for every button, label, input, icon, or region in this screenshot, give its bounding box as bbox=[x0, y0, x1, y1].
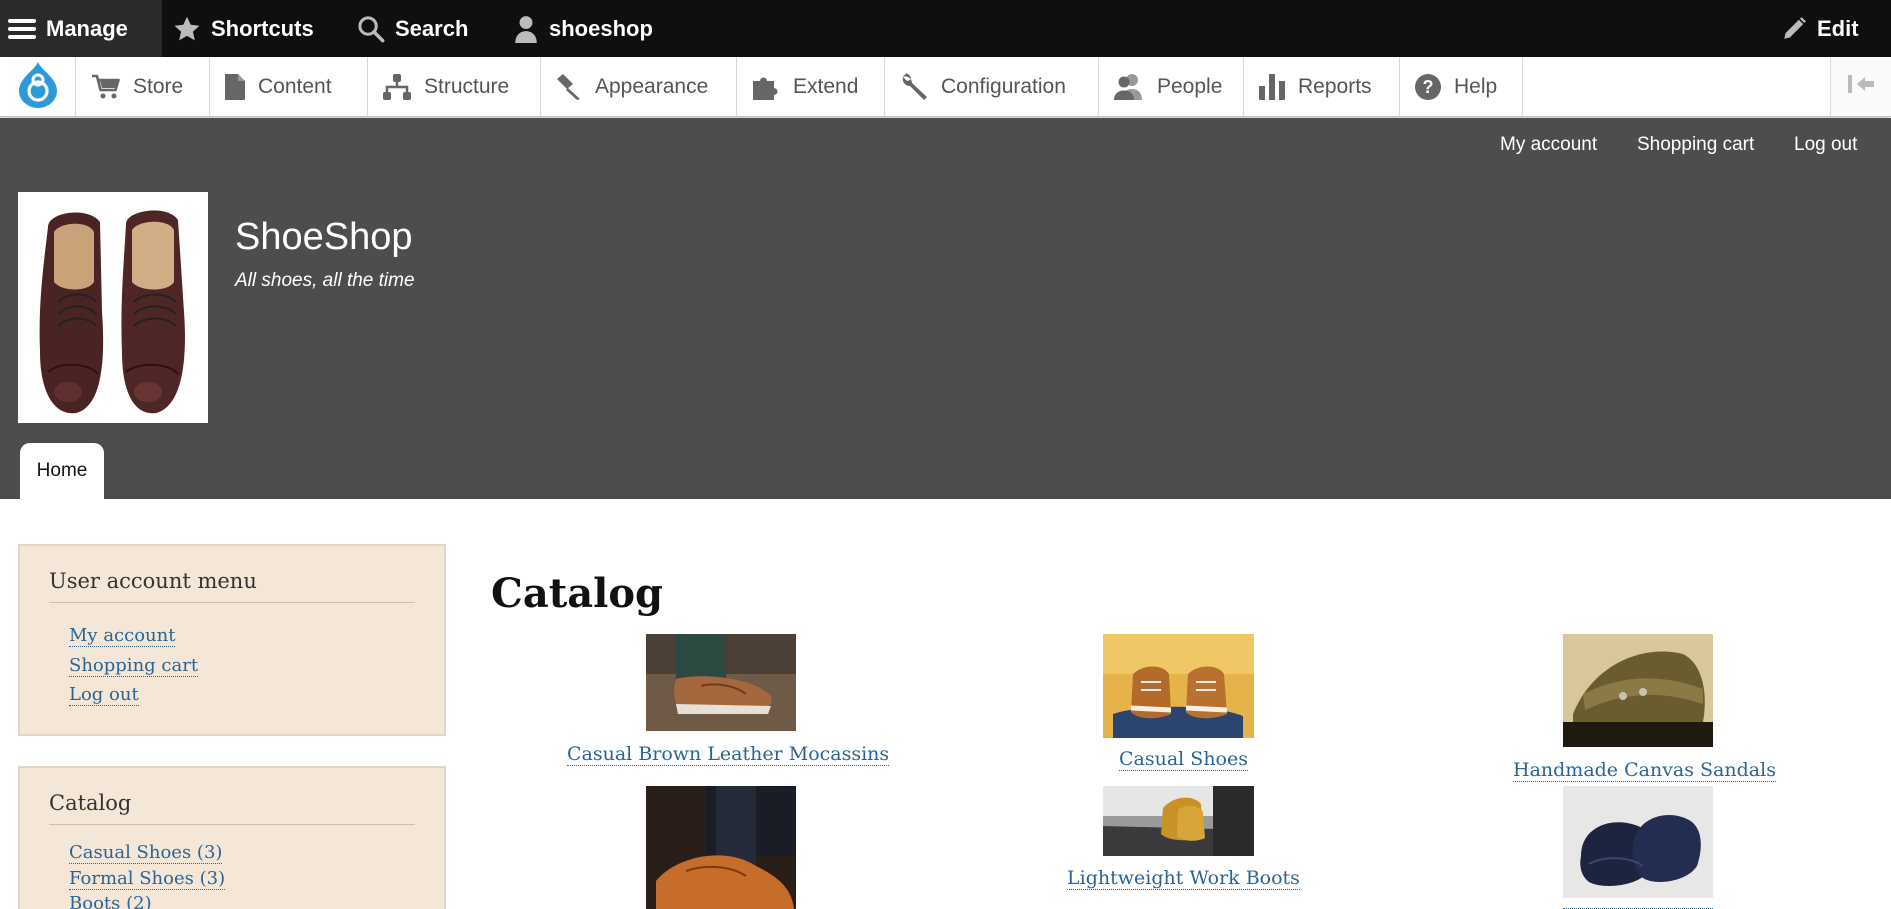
collapse-arrow-icon bbox=[1846, 73, 1876, 100]
wrench-icon bbox=[899, 72, 929, 101]
tray-item-content[interactable]: Content bbox=[210, 57, 368, 116]
block-divider bbox=[49, 602, 415, 603]
tray-item-help[interactable]: ? Help bbox=[1400, 57, 1523, 116]
site-name[interactable]: ShoeShop bbox=[235, 216, 413, 259]
edit-label: Edit bbox=[1817, 15, 1859, 41]
bar-chart-icon bbox=[1258, 73, 1286, 101]
sidebar-link-log-out[interactable]: Log out bbox=[69, 685, 139, 706]
tray-item-label: Reports bbox=[1298, 74, 1372, 98]
casual-shoes-photo bbox=[1103, 634, 1254, 738]
product-image[interactable] bbox=[1103, 786, 1254, 856]
tray-item-label: Content bbox=[258, 74, 332, 98]
product-image[interactable] bbox=[1563, 634, 1713, 747]
header-link-shopping-cart[interactable]: Shopping cart bbox=[1637, 134, 1754, 158]
tray-item-label: People bbox=[1157, 74, 1223, 98]
tray-item-structure[interactable]: Structure bbox=[368, 57, 541, 116]
tray-item-label: Appearance bbox=[595, 74, 709, 98]
admin-toolbar: Manage Shortcuts Search shoeshop Edit bbox=[0, 0, 1891, 57]
tray-item-people[interactable]: People bbox=[1099, 57, 1244, 116]
structure-icon bbox=[382, 73, 412, 101]
product-link[interactable] bbox=[1563, 900, 1713, 909]
sidebar-link-shopping-cart[interactable]: Shopping cart bbox=[69, 656, 199, 677]
site-header bbox=[0, 118, 1891, 499]
tray-item-label: Store bbox=[133, 74, 184, 98]
tray-item-extend[interactable]: Extend bbox=[737, 57, 885, 116]
work-boots-photo bbox=[1103, 786, 1254, 856]
pencil-icon bbox=[1781, 16, 1807, 42]
search-button[interactable]: Search bbox=[357, 0, 468, 57]
product-link[interactable]: Lightweight Work Boots bbox=[1067, 867, 1300, 890]
product-image[interactable] bbox=[646, 634, 796, 731]
tray-item-store[interactable]: Store bbox=[77, 57, 210, 116]
catalog-block: Catalog Casual Shoes (3) Formal Shoes (3… bbox=[18, 766, 446, 909]
tray-item-configuration[interactable]: Configuration bbox=[885, 57, 1099, 116]
search-label: Search bbox=[395, 15, 469, 41]
shortcuts-button[interactable]: Shortcuts bbox=[173, 0, 314, 57]
shortcuts-label: Shortcuts bbox=[211, 15, 314, 41]
product-image[interactable] bbox=[1103, 634, 1254, 738]
manage-button[interactable]: Manage bbox=[0, 0, 162, 57]
block-title: User account menu bbox=[49, 569, 257, 593]
sidebar-link-formal-shoes[interactable]: Formal Shoes (3) bbox=[69, 869, 226, 890]
brush-icon bbox=[555, 73, 583, 101]
page-icon bbox=[224, 73, 246, 101]
mocassin-photo bbox=[646, 634, 796, 731]
search-icon bbox=[357, 15, 385, 43]
product-image[interactable] bbox=[1563, 786, 1713, 898]
hamburger-icon bbox=[8, 17, 36, 41]
user-account-menu-block: User account menu My account Shopping ca… bbox=[18, 544, 446, 736]
tray-item-appearance[interactable]: Appearance bbox=[541, 57, 737, 116]
tray-item-label: Configuration bbox=[941, 74, 1066, 98]
formal-shoes-photo bbox=[646, 786, 796, 909]
tray-item-label: Extend bbox=[793, 74, 859, 98]
shoes-logo-image bbox=[18, 192, 208, 423]
header-link-log-out[interactable]: Log out bbox=[1794, 134, 1857, 158]
svg-text:?: ? bbox=[1423, 77, 1434, 97]
star-icon bbox=[173, 15, 201, 43]
tray-item-label: Structure bbox=[424, 74, 510, 98]
tab-home[interactable]: Home bbox=[20, 443, 104, 499]
product-link[interactable]: Handmade Canvas Sandals bbox=[1513, 759, 1776, 782]
user-button[interactable]: shoeshop bbox=[513, 0, 653, 57]
help-icon: ? bbox=[1414, 73, 1442, 101]
header-link-my-account[interactable]: My account bbox=[1500, 134, 1597, 158]
people-icon bbox=[1113, 73, 1145, 101]
slippers-photo bbox=[1563, 786, 1713, 898]
user-icon bbox=[513, 15, 539, 43]
block-title: Catalog bbox=[49, 791, 132, 815]
admin-tray: Store Content Structure Appearance Exten… bbox=[0, 57, 1891, 117]
manage-label: Manage bbox=[46, 15, 128, 41]
product-link[interactable]: Casual Brown Leather Mocassins bbox=[567, 743, 890, 766]
sidebar-link-my-account[interactable]: My account bbox=[69, 626, 176, 647]
cart-icon bbox=[91, 74, 121, 100]
edit-button[interactable]: Edit bbox=[1781, 0, 1859, 57]
sidebar-link-casual-shoes[interactable]: Casual Shoes (3) bbox=[69, 843, 223, 864]
sidebar-link-boots[interactable]: Boots (2) bbox=[69, 894, 152, 909]
drupal-home-link[interactable] bbox=[0, 57, 76, 116]
block-divider bbox=[49, 824, 415, 825]
product-image[interactable] bbox=[646, 786, 796, 909]
product-link[interactable]: Casual Shoes bbox=[1119, 748, 1248, 771]
page-title: Catalog bbox=[491, 570, 663, 617]
puzzle-icon bbox=[751, 73, 781, 101]
drupal-logo-icon bbox=[15, 60, 61, 113]
tray-orientation-toggle[interactable] bbox=[1830, 57, 1891, 116]
user-label: shoeshop bbox=[549, 15, 653, 41]
tray-item-label: Help bbox=[1454, 74, 1498, 98]
site-logo[interactable] bbox=[18, 192, 208, 423]
canvas-sandals-photo bbox=[1563, 634, 1713, 747]
site-slogan: All shoes, all the time bbox=[235, 270, 415, 291]
tray-item-reports[interactable]: Reports bbox=[1244, 57, 1400, 116]
